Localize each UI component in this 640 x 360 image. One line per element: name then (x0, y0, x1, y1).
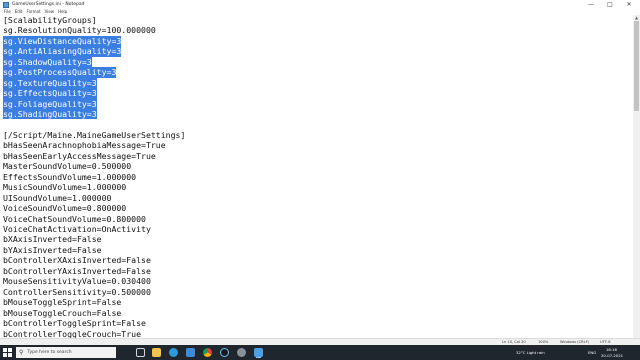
editor-line[interactable]: MouseSensitivityValue=0.030400 (3, 276, 151, 286)
editor-line[interactable]: MusicSoundVolume=1.000000 (3, 182, 126, 192)
minimize-button[interactable]: — (584, 0, 598, 9)
editor-line[interactable]: ControllerSensitivity=0.500000 (3, 287, 151, 297)
editor-line[interactable]: VoiceSoundVolume=0.800000 (3, 203, 126, 213)
settings-icon[interactable] (237, 348, 246, 357)
editor-line[interactable]: sg.EffectsQuality=3 (3, 88, 97, 99)
notepad-app-icon (3, 1, 9, 8)
editor-line[interactable]: VoiceChatSoundVolume=0.800000 (3, 214, 146, 224)
window-title: GameUserSettings.ini - Notepad (12, 2, 85, 7)
editor-line[interactable]: bControllerXAxisInverted=False (3, 255, 151, 265)
editor-line[interactable]: UISoundVolume=1.000000 (3, 193, 111, 203)
editor-line[interactable]: sg.PostProcessQuality=3 (3, 67, 117, 78)
editor-line[interactable]: EffectsSoundVolume=1.000000 (3, 172, 136, 182)
taskbar-search-box[interactable]: ⚲ Type here to search (16, 347, 116, 358)
editor-line[interactable]: sg.TextureQuality=3 (3, 77, 97, 89)
explorer-icon[interactable] (152, 348, 161, 357)
editor-line[interactable]: bMouseToggleSprint=False (3, 297, 121, 307)
task-view-icon[interactable] (136, 348, 145, 357)
editor-line[interactable]: [/Script/Maine.MaineGameUserSettings] (3, 130, 185, 140)
close-button[interactable]: ✕ (622, 0, 636, 9)
editor-line[interactable]: bHasSeenArachnophobiaMessage=True (3, 140, 166, 150)
editor-line[interactable]: bYAxisInverted=False (3, 245, 102, 255)
editor-line[interactable]: bXAxisInverted=False (3, 234, 102, 244)
editor-line[interactable]: bControllerToggleSprint=False (3, 318, 146, 328)
editor-line[interactable]: VoiceChatActivation=OnActivity (3, 224, 151, 234)
steam-icon[interactable] (220, 348, 229, 357)
editor-line[interactable]: sg.FoliageQuality=3 (3, 98, 97, 110)
language-indicator[interactable]: ENG (588, 350, 596, 355)
editor-line[interactable]: sg.ShadowQuality=3 (3, 56, 92, 68)
weather-status[interactable]: 32°C Light rain (516, 350, 545, 355)
text-editor[interactable]: [ScalabilityGroups] sg.ResolutionQuality=… (0, 15, 633, 338)
editor-line[interactable]: bControllerYAxisInverted=False (3, 266, 151, 276)
editor-line[interactable]: bMouseToggleCrouch=False (3, 308, 121, 318)
search-icon: ⚲ (19, 349, 24, 356)
editor-line[interactable]: sg.AntiAliasingQuality=3 (3, 46, 122, 57)
maximize-button[interactable]: □ (603, 0, 617, 9)
editor-line[interactable]: sg.ViewDistanceQuality=3 (3, 35, 122, 47)
clock-date[interactable]: 20-07-2021 (601, 353, 623, 358)
notepad-icon[interactable] (254, 348, 263, 357)
chrome-icon[interactable] (203, 348, 212, 357)
editor-line[interactable]: MasterSoundVolume=0.500000 (3, 161, 131, 171)
status-bar: Ln 10, Col 20 100% Windows (CRLF) UTF-8 (0, 338, 640, 345)
editor-line[interactable]: bHasSeenEarlyAccessMessage=True (3, 151, 156, 161)
editor-line[interactable]: sg.ShadingQuality=3 (3, 109, 97, 120)
editor-line[interactable]: bControllerToggleCrouch=True (3, 329, 141, 339)
scrollbar-thumb[interactable] (634, 21, 639, 111)
title-bar[interactable]: GameUserSettings.ini - Notepad — □ ✕ (0, 0, 640, 9)
store-icon[interactable] (186, 348, 195, 357)
editor-line[interactable]: [ScalabilityGroups] (3, 15, 97, 25)
editor-line[interactable]: sg.ResolutionQuality=100.000000 (3, 25, 156, 35)
edge-icon[interactable] (169, 348, 178, 357)
windows-start-icon[interactable] (3, 348, 12, 357)
taskbar: ⚲ Type here to search 32°C Light rain EN… (0, 345, 640, 360)
search-placeholder: Type here to search (27, 350, 72, 355)
clock-time[interactable]: 18:16 (606, 347, 617, 352)
